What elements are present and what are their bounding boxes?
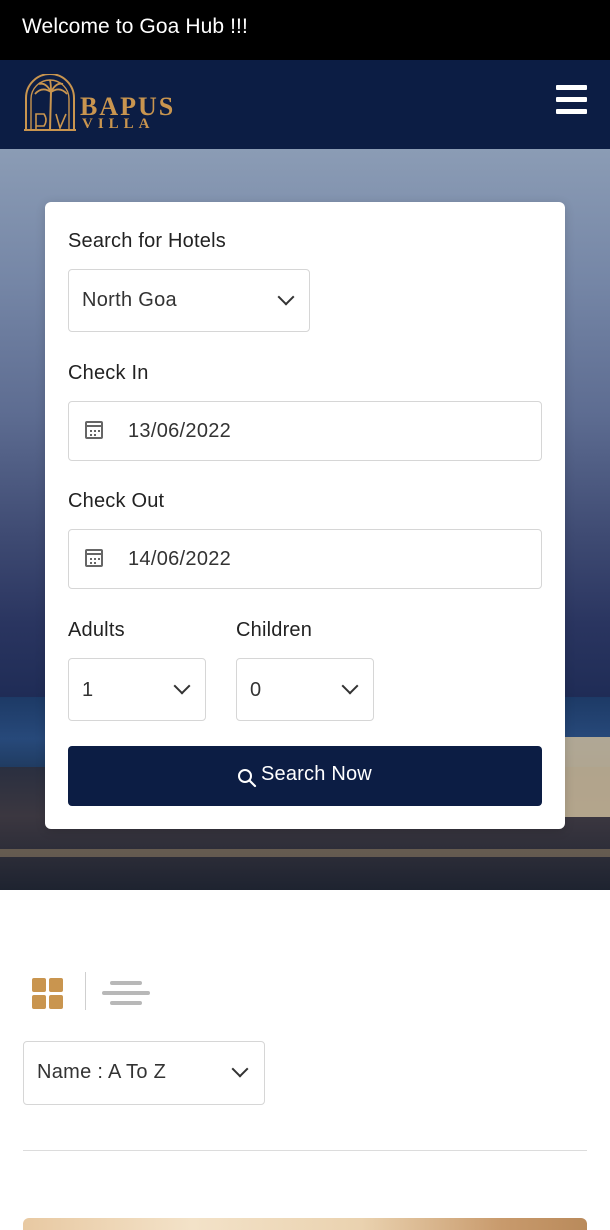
calendar-icon <box>85 421 103 439</box>
adults-label: Adults <box>68 619 125 641</box>
list-view-icon[interactable] <box>102 981 150 1007</box>
checkout-value: 14/06/2022 <box>128 548 232 570</box>
children-label: Children <box>236 619 313 641</box>
search-icon <box>238 769 257 788</box>
checkin-label: Check In <box>68 362 149 384</box>
logo-emblem-icon <box>24 74 76 131</box>
welcome-bar: Welcome to Goa Hub !!! <box>0 0 610 60</box>
checkout-label: Check Out <box>68 490 165 512</box>
menu-hamburger-icon[interactable] <box>556 85 588 115</box>
divider <box>23 1150 587 1151</box>
navbar: BAPUS VILLA <box>0 60 610 149</box>
hotel-result-image[interactable] <box>23 1218 587 1230</box>
search-hotels-label: Search for Hotels <box>68 230 226 252</box>
children-value: 0 <box>250 679 262 701</box>
view-toggle-divider <box>85 972 86 1010</box>
adults-value: 1 <box>82 679 94 701</box>
location-value: North Goa <box>82 289 177 311</box>
calendar-icon <box>85 549 103 567</box>
welcome-text: Welcome to Goa Hub !!! <box>22 15 248 38</box>
logo[interactable]: BAPUS VILLA <box>22 74 182 134</box>
grid-view-icon[interactable] <box>32 978 64 1010</box>
brand-subname: VILLA <box>82 116 155 132</box>
checkin-value: 13/06/2022 <box>128 420 232 442</box>
search-now-label: Search Now <box>261 763 372 785</box>
sort-value: Name : A To Z <box>37 1061 167 1083</box>
